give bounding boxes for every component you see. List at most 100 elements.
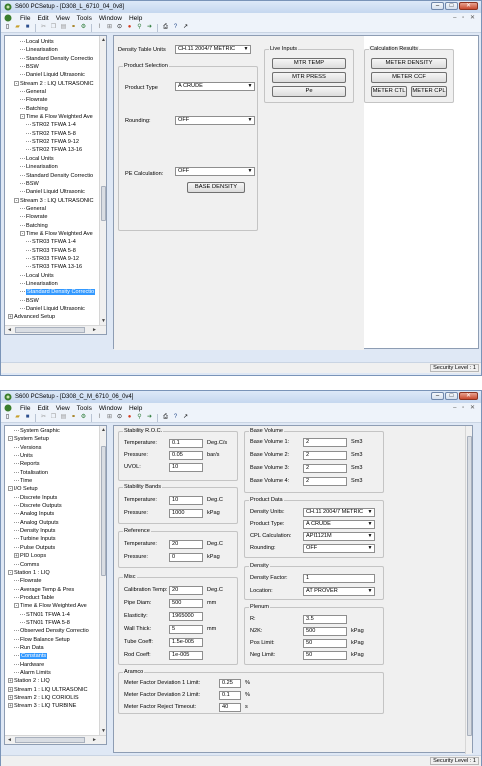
menu-help[interactable]: Help — [129, 15, 142, 22]
meter-cpl-button[interactable]: METER CPL — [411, 86, 447, 97]
misc-input[interactable]: 20 — [169, 586, 203, 595]
minimize-button[interactable]: – — [431, 392, 444, 400]
tree-item[interactable]: + Stream 1 : LIQ ULTRASONIC — [5, 686, 106, 694]
tree-item[interactable]: Linearisation — [5, 280, 106, 288]
print-icon[interactable]: ⎙ — [162, 24, 169, 31]
stability-roc-input[interactable]: 0.1 — [169, 439, 203, 448]
close-button[interactable]: ✕ — [459, 2, 478, 10]
new-icon[interactable]: ▯ — [4, 414, 11, 421]
menu-view[interactable]: View — [56, 405, 70, 412]
reference-input[interactable]: 0 — [169, 553, 203, 562]
stop-icon[interactable]: ● — [126, 414, 133, 421]
menu-app-icon[interactable] — [4, 404, 13, 412]
tree-item[interactable]: - Stream 3 : LIQ ULTRASONIC — [5, 197, 106, 205]
menu-tools[interactable]: Tools — [77, 15, 92, 22]
misc-input[interactable]: 500 — [169, 599, 203, 608]
misc-input[interactable]: 1965000 — [169, 612, 203, 621]
tree-item[interactable]: - Station 1 : LIQ — [5, 569, 106, 577]
tree-item[interactable]: Analog Outputs — [5, 519, 106, 527]
tree-item[interactable]: - Stream 2 : LIQ ULTRASONIC — [5, 80, 106, 88]
panel-vertical-scrollbar[interactable] — [465, 426, 472, 754]
mtr-press-button[interactable]: MTR PRESS — [272, 72, 346, 83]
collapse-icon[interactable]: - — [14, 197, 19, 203]
base-density-button[interactable]: BASE DENSITY — [187, 182, 245, 193]
meter-ccf-button[interactable]: METER CCF — [371, 72, 447, 83]
copy-icon[interactable]: ❐ — [50, 24, 57, 31]
tree-item[interactable]: BSW — [5, 63, 106, 71]
cut-icon[interactable]: ✂ — [40, 24, 47, 31]
mdi-controls[interactable]: – ▫ ✕ — [453, 14, 477, 21]
tree-item[interactable]: Local Units — [5, 155, 106, 163]
arrow-icon[interactable]: ➜ — [146, 24, 153, 31]
tree-item[interactable]: + PID Loops — [5, 552, 106, 560]
stop-icon[interactable]: ● — [126, 24, 133, 31]
collapse-icon[interactable]: - — [20, 230, 25, 236]
menu-file[interactable]: File — [20, 405, 30, 412]
tree-item[interactable]: Flowrate — [5, 577, 106, 585]
collapse-icon[interactable]: - — [14, 80, 19, 86]
tree-item[interactable]: Daniel Liquid Ultrasonic — [5, 71, 106, 79]
base-volume-input[interactable]: 2 — [303, 438, 347, 447]
tree-item[interactable]: Batching — [5, 105, 106, 113]
tree-item[interactable]: + Stream 3 : LIQ TURBINE — [5, 702, 106, 710]
save-icon[interactable]: ■ — [24, 24, 31, 31]
tree-item[interactable]: Standard Density Correctio — [5, 172, 106, 180]
rounding-select[interactable]: OFF ▼ — [175, 116, 255, 125]
tree-item[interactable]: Batching — [5, 222, 106, 230]
plenum-input[interactable]: 500 — [303, 627, 347, 636]
tree-item[interactable]: Reports — [5, 460, 106, 468]
link-icon[interactable]: ⚭ — [70, 24, 77, 31]
tree-vertical-scrollbar[interactable]: ▲ ▼ — [99, 36, 106, 325]
expand-icon[interactable]: + — [8, 703, 13, 709]
tree-item[interactable]: Comms — [5, 561, 106, 569]
pin-icon[interactable]: ⚲ — [136, 24, 143, 31]
tree-item[interactable]: Daniel Liquid Ultrasonic — [5, 188, 106, 196]
tree-item[interactable]: + Advanced Setup — [5, 313, 106, 321]
help-icon[interactable]: ? — [172, 24, 179, 31]
tree-item[interactable]: Flowrate — [5, 213, 106, 221]
reference-input[interactable]: 20 — [169, 540, 203, 549]
density-input[interactable]: 1 — [303, 574, 375, 583]
tree-item[interactable]: Alarm Limits — [5, 669, 106, 677]
tree-item[interactable]: Totalisation — [5, 469, 106, 477]
meter-density-button[interactable]: METER DENSITY — [371, 58, 447, 69]
tree-item[interactable]: Time — [5, 477, 106, 485]
base-volume-input[interactable]: 2 — [303, 451, 347, 460]
expand-icon[interactable]: + — [8, 314, 13, 320]
tree-item[interactable]: + Station 2 : LIQ — [5, 677, 106, 685]
collapse-icon[interactable]: - — [20, 114, 25, 120]
menu-help[interactable]: Help — [129, 405, 142, 412]
tree-item[interactable]: Constants — [5, 652, 106, 660]
tree-item[interactable]: Turbine Inputs — [5, 535, 106, 543]
tree-item[interactable]: Linearisation — [5, 163, 106, 171]
tree-item[interactable]: Hardware — [5, 661, 106, 669]
tree-item[interactable]: Observed Density Correctio — [5, 627, 106, 635]
aramco-input[interactable]: 0.25 — [219, 679, 241, 688]
tree-item[interactable]: - Time & Flow Weighted Ave — [5, 113, 106, 121]
tree-horizontal-scrollbar[interactable]: ◄ ► — [5, 735, 106, 744]
menu-file[interactable]: File — [20, 15, 30, 22]
tree-item[interactable]: Units — [5, 452, 106, 460]
gauge-icon[interactable]: ⊙ — [116, 24, 123, 31]
collapse-icon[interactable]: - — [8, 436, 13, 442]
print-icon[interactable]: ⎙ — [162, 414, 169, 421]
save-icon[interactable]: ■ — [24, 414, 31, 421]
tree-item[interactable]: STN01 TFWA 5-8 — [5, 619, 106, 627]
menu-app-icon[interactable] — [4, 14, 13, 22]
tree-item[interactable]: STR03 TFWA 5-8 — [5, 247, 106, 255]
base-volume-input[interactable]: 2 — [303, 464, 347, 473]
tree-item[interactable]: STR03 TFWA 9-12 — [5, 255, 106, 263]
collapse-icon[interactable]: - — [8, 486, 13, 492]
plenum-input[interactable]: 50 — [303, 639, 347, 648]
open-icon[interactable]: ▰ — [14, 414, 21, 421]
pe-calculation-select[interactable]: OFF ▼ — [175, 167, 255, 176]
signal-icon[interactable]: ⌇ — [96, 414, 103, 421]
menu-edit[interactable]: Edit — [37, 15, 48, 22]
misc-input[interactable]: 5 — [169, 625, 203, 634]
tree-item[interactable]: Flowrate — [5, 96, 106, 104]
close-button[interactable]: ✕ — [459, 392, 478, 400]
tree-item[interactable]: Density Inputs — [5, 527, 106, 535]
tree-item[interactable]: STR02 TFWA 1-4 — [5, 121, 106, 129]
tree-item[interactable]: Discrete Inputs — [5, 494, 106, 502]
chart-icon[interactable]: ⊞ — [106, 414, 113, 421]
